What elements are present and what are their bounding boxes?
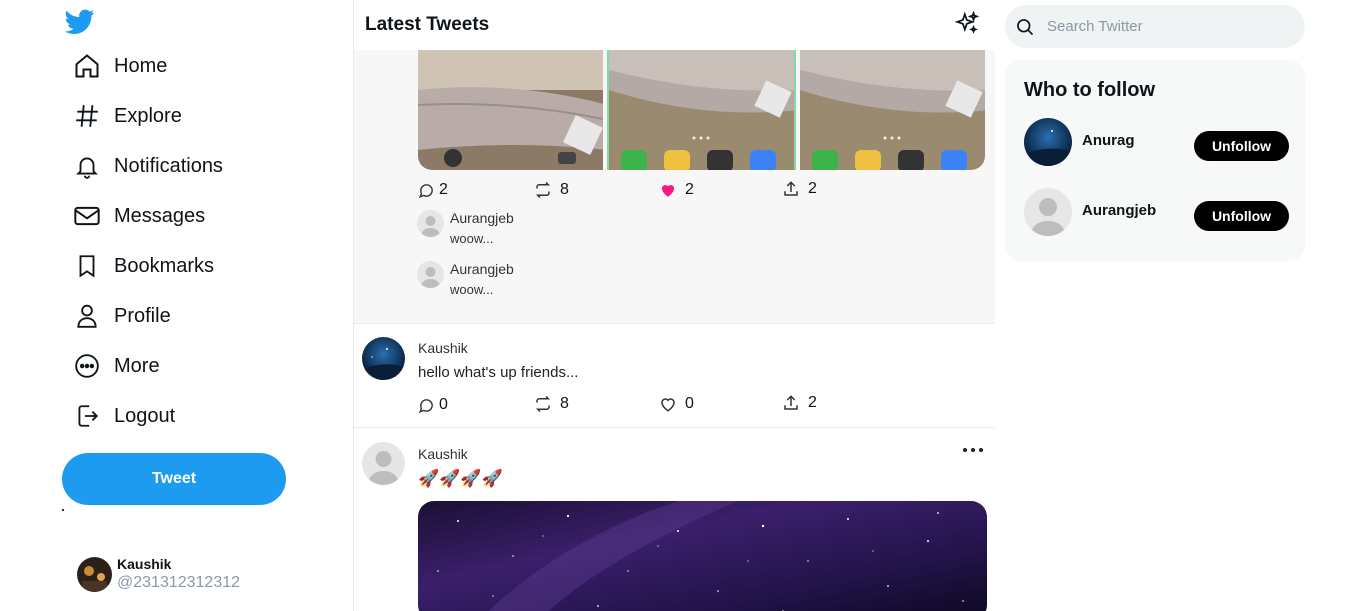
like-button[interactable]: 0 — [659, 395, 694, 413]
unfollow-button[interactable]: Unfollow — [1194, 201, 1289, 231]
avatar[interactable] — [362, 442, 405, 485]
comment-author: Aurangjeb — [450, 210, 514, 226]
like-count: 2 — [685, 181, 694, 198]
tweet-author[interactable]: Kaushik — [418, 340, 468, 356]
logout-icon — [72, 401, 102, 431]
bookmark-icon — [72, 251, 102, 281]
unfollow-button[interactable]: Unfollow — [1194, 131, 1289, 161]
section-title: Who to follow — [1024, 79, 1156, 101]
follow-suggestion: Aurangjeb Unfollow — [1024, 188, 1289, 236]
tweet-image[interactable] — [418, 50, 603, 170]
like-button[interactable]: 2 — [659, 181, 694, 199]
nav-item-bookmarks[interactable]: Bookmarks — [72, 246, 214, 286]
feed-header: Latest Tweets — [354, 0, 995, 50]
nav-item-more[interactable]: More — [72, 346, 160, 386]
retweet-icon — [535, 395, 551, 413]
nav-item-messages[interactable]: Messages — [72, 196, 205, 236]
reply-count: 0 — [439, 396, 448, 413]
mail-icon — [72, 201, 102, 231]
nav-label: Home — [114, 54, 168, 77]
share-icon — [784, 181, 798, 196]
current-user-name: Kaushik — [117, 556, 172, 572]
comment-author: Aurangjeb — [450, 261, 514, 277]
search-icon — [1017, 18, 1034, 35]
who-to-follow-panel: Who to follow Anurag Unfollow Aurangjeb … — [1005, 60, 1305, 261]
hash-icon — [72, 101, 102, 131]
search-bar[interactable] — [1005, 5, 1305, 48]
retweet-button[interactable]: 8 — [534, 181, 569, 199]
nav-label: Profile — [114, 304, 171, 327]
tweet: Kaushik 🚀🚀🚀🚀 — [354, 429, 995, 611]
avatar — [77, 556, 112, 592]
search-input[interactable] — [1047, 18, 1277, 35]
avatar — [417, 210, 444, 237]
tweet-button[interactable]: Tweet — [62, 453, 286, 505]
retweet-count: 8 — [560, 181, 569, 198]
nav-item-home[interactable]: Home — [72, 46, 167, 86]
follow-suggestion: Anurag Unfollow — [1024, 118, 1289, 166]
nav-item-logout[interactable]: Logout — [72, 396, 175, 436]
tweet: Kaushik hello what's up friends... 0 8 0… — [354, 325, 995, 428]
comment: Aurangjeb woow... — [417, 261, 514, 297]
comment-text: woow... — [450, 282, 494, 297]
share-icon — [784, 395, 798, 410]
current-user-handle: @231312312312 — [117, 574, 241, 591]
heart-icon — [661, 398, 675, 412]
heart-filled-icon — [661, 185, 675, 197]
more-options-icon[interactable] — [963, 445, 983, 455]
tweet-author[interactable]: Kaushik — [418, 446, 468, 462]
avatar — [417, 261, 444, 288]
nav-label: Messages — [114, 204, 206, 227]
nav-label: Notifications — [114, 154, 223, 177]
current-user-card[interactable]: Kaushik @231312312312 — [77, 556, 240, 592]
avatar[interactable] — [1024, 118, 1072, 166]
divider — [62, 509, 64, 511]
sidebar: Home Explore Notifications Messages Book… — [0, 0, 354, 611]
share-button[interactable]: 2 — [782, 394, 817, 412]
comment-icon — [418, 183, 433, 198]
tweet-image[interactable] — [800, 50, 985, 170]
tweet-image-gallery[interactable] — [418, 50, 985, 170]
like-count: 0 — [685, 395, 694, 412]
avatar[interactable] — [1024, 188, 1072, 236]
tweet-text: 🚀🚀🚀🚀 — [418, 469, 503, 488]
page-title: Latest Tweets — [365, 14, 490, 35]
nav-label: Bookmarks — [114, 254, 215, 277]
share-button[interactable]: 2 — [782, 180, 817, 198]
retweet-icon — [535, 181, 551, 199]
feed[interactable]: 2 8 2 2 Aurangjeb woow... Aurangjeb woow… — [354, 0, 995, 611]
nav-label: Explore — [114, 104, 182, 127]
reply-count: 2 — [439, 181, 448, 198]
sparkle-icon[interactable] — [954, 11, 980, 37]
share-count: 2 — [808, 394, 817, 411]
nav-label: More — [114, 354, 160, 377]
reply-button[interactable]: 0 — [418, 396, 448, 414]
nav-label: Logout — [114, 404, 176, 427]
home-icon — [72, 51, 102, 81]
tweet-image[interactable] — [607, 50, 796, 170]
twitter-logo-icon[interactable] — [65, 9, 95, 35]
retweet-count: 8 — [560, 395, 569, 412]
avatar[interactable] — [362, 337, 405, 380]
nav-item-notifications[interactable]: Notifications — [72, 146, 223, 186]
comment-icon — [418, 398, 433, 413]
user-icon — [72, 301, 102, 331]
nav-item-explore[interactable]: Explore — [72, 96, 182, 136]
suggested-user-name[interactable]: Anurag — [1082, 132, 1135, 149]
tweet-image[interactable] — [418, 501, 987, 611]
tweet-text: hello what's up friends... — [418, 364, 579, 381]
comment-text: woow... — [450, 231, 494, 246]
reply-button[interactable]: 2 — [418, 181, 448, 199]
bell-icon — [72, 151, 102, 181]
comment: Aurangjeb woow... — [417, 210, 514, 246]
retweet-button[interactable]: 8 — [534, 395, 569, 413]
suggested-user-name[interactable]: Aurangjeb — [1082, 202, 1156, 219]
nav-item-profile[interactable]: Profile — [72, 296, 171, 336]
share-count: 2 — [808, 180, 817, 197]
more-circle-icon — [72, 351, 102, 381]
